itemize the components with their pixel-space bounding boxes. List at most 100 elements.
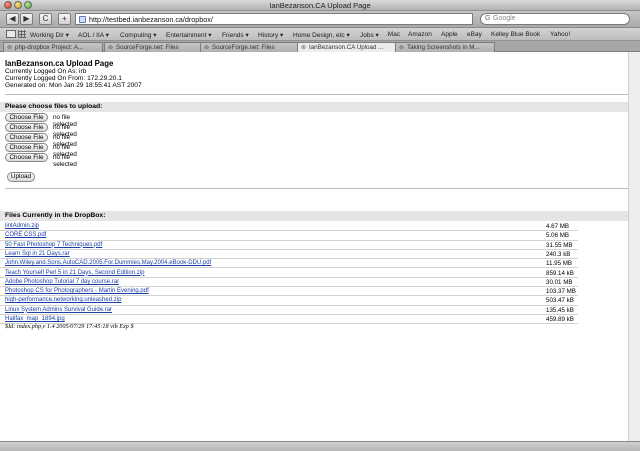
- choose-file-button[interactable]: Choose File: [5, 153, 48, 162]
- file-row: high-performance.networking.unleashed.zi…: [0, 296, 578, 306]
- file-size: 11.95 MB: [546, 260, 573, 268]
- file-link[interactable]: high-performance.networking.unleashed.zi…: [5, 297, 121, 303]
- search-input[interactable]: G Google: [480, 13, 630, 25]
- upload-button[interactable]: Upload: [7, 172, 35, 182]
- file-link[interactable]: Halifax_map_1894.jpg: [5, 316, 65, 322]
- file-row: 50 Fast Photoshop 7 Techniques.pdf 31.55 …: [0, 241, 578, 250]
- plus-icon: +: [62, 14, 67, 23]
- bookmarks-book-icon[interactable]: [6, 30, 16, 38]
- file-link[interactable]: John.Wiley.and.Sons.AutoCAD.2005.For.Dum…: [5, 260, 211, 266]
- file-size: 31.55 MB: [546, 241, 573, 249]
- bookmarks-grid-icon[interactable]: [18, 30, 26, 38]
- upload-heading: Please choose files to upload:: [0, 102, 640, 112]
- file-row: CORE CSS.pdf 5.06 MB: [0, 231, 578, 241]
- file-link[interactable]: Photoshop CS for Photographers - Martin …: [5, 288, 149, 294]
- choose-file-button[interactable]: Choose File: [5, 123, 48, 132]
- file-size: 503.47 kB: [546, 297, 574, 305]
- reload-icon: C: [42, 14, 49, 23]
- close-tab-icon[interactable]: ⊗: [7, 44, 12, 51]
- svn-id-footer: $Id: index.php,v 1.4 2005/07/29 17:45:18…: [5, 323, 134, 330]
- tab-php-dropbox[interactable]: ⊗ php-dropbox Project: A...: [3, 42, 103, 52]
- file-row: John.Wiley.and.Sons.AutoCAD.2005.For.Dum…: [0, 259, 578, 269]
- site-favicon-icon: [79, 16, 86, 23]
- tab-label: php-dropbox Project: A...: [15, 44, 84, 51]
- file-row: Adobe Photoshop Tutorial 7 day course.ra…: [0, 278, 578, 288]
- google-search-icon: G: [485, 15, 491, 22]
- file-row: lintAdmin.zip 4.67 MB: [0, 222, 578, 232]
- file-link[interactable]: Linux System Admins Survival Guide.rar: [5, 307, 112, 313]
- tab-taking-screenshots[interactable]: ⊗ Taking Screenshots in M...: [395, 42, 495, 52]
- browser-toolbar: ◀ ▶ C + http://testbed.ianbezanson.ca/dr…: [0, 11, 640, 28]
- divider: [5, 188, 635, 189]
- bookmark-item[interactable]: .Mac: [386, 31, 400, 38]
- page-title: IanBezanson.ca Upload Page: [5, 59, 114, 68]
- file-link[interactable]: Adobe Photoshop Tutorial 7 day course.ra…: [5, 279, 119, 285]
- bookmark-item[interactable]: Working Dir ▾: [30, 31, 69, 39]
- file-size: 240.3 kB: [546, 250, 571, 258]
- tab-label: SourceForge.net: Files: [116, 44, 179, 51]
- choose-file-button[interactable]: Choose File: [5, 113, 48, 122]
- file-row: Teach Yourself Perl 5 in 21 Days, Second…: [0, 269, 578, 278]
- close-tab-icon[interactable]: ⊗: [301, 44, 306, 51]
- bookmark-item[interactable]: History ▾: [258, 31, 283, 39]
- no-file-label: no file selected: [53, 154, 77, 168]
- tab-label: IanBezanson.CA Upload ...: [309, 44, 384, 51]
- forward-button[interactable]: ▶: [20, 13, 33, 25]
- bookmarks-bar: Working Dir ▾ AOL / IIA ▾ Computing ▾ En…: [0, 28, 640, 41]
- generated-on: Generated on: Mon Jan 29 18:55:41 AST 20…: [5, 82, 142, 89]
- search-placeholder: Google: [493, 15, 516, 22]
- bookmark-item[interactable]: Yahoo!: [550, 31, 570, 38]
- tab-bar: ⊗ php-dropbox Project: A... ⊗ SourceForge.…: [0, 41, 640, 52]
- close-tab-icon[interactable]: ⊗: [108, 44, 113, 51]
- file-size: 103.37 MB: [546, 288, 576, 296]
- file-size: 4.67 MB: [546, 223, 570, 230]
- back-button[interactable]: ◀: [6, 13, 19, 25]
- window-title: IanBezanson.CA Upload Page: [269, 1, 371, 10]
- url-text[interactable]: http://testbed.ianbezanson.ca/dropbox/: [89, 15, 213, 24]
- file-row: Learn Sql in 21 Days.rar 240.3 kB: [0, 250, 578, 260]
- forward-arrow-icon: ▶: [23, 14, 30, 23]
- reload-button[interactable]: C: [39, 13, 52, 25]
- file-link[interactable]: Learn Sql in 21 Days.rar: [5, 251, 70, 257]
- add-bookmark-button[interactable]: +: [58, 13, 71, 25]
- bookmark-item[interactable]: Friends ▾: [222, 31, 249, 39]
- page-content: IanBezanson.ca Upload Page Currently Log…: [0, 52, 640, 441]
- file-link[interactable]: Teach Yourself Perl 5 in 21 Days, Second…: [5, 270, 144, 276]
- file-link[interactable]: CORE CSS.pdf: [5, 232, 46, 238]
- tab-label: Taking Screenshots in M...: [407, 44, 480, 51]
- close-tab-icon[interactable]: ⊗: [399, 44, 404, 51]
- choose-file-button[interactable]: Choose File: [5, 133, 48, 142]
- logged-on-from: Currently Logged On From: 172.29.20.1: [5, 75, 122, 82]
- file-size: 859.14 kB: [546, 269, 574, 277]
- bookmark-item[interactable]: Computing ▾: [120, 31, 157, 39]
- files-heading: Files Currently in the DropBox:: [0, 211, 640, 221]
- file-size: 459.89 kB: [546, 316, 574, 323]
- divider: [5, 94, 635, 95]
- vertical-scrollbar[interactable]: [628, 52, 640, 441]
- tab-sourceforge-files[interactable]: ⊗ SourceForge.net: Files: [104, 42, 204, 52]
- tab-sourceforge-files-2[interactable]: ⊗ SourceForge.net: Files: [200, 42, 300, 52]
- file-size: 135.45 kB: [546, 306, 574, 314]
- file-link[interactable]: lintAdmin.zip: [5, 223, 39, 229]
- bookmark-item[interactable]: AOL / IIA ▾: [78, 31, 109, 39]
- status-bar: [0, 441, 640, 451]
- file-link[interactable]: 50 Fast Photoshop 7 Techniques.pdf: [5, 242, 102, 248]
- logged-on-as: Currently Logged On As: irb: [5, 68, 87, 75]
- bookmark-item[interactable]: Apple: [441, 31, 458, 38]
- bookmark-item[interactable]: Home Design, etc ▾: [293, 31, 350, 39]
- bookmark-item[interactable]: Entertainment ▾: [166, 31, 212, 39]
- bookmark-item[interactable]: Amazon: [408, 31, 432, 38]
- bookmark-item[interactable]: Kelley Blue Book: [491, 31, 540, 38]
- file-row: Photoshop CS for Photographers - Martin …: [0, 287, 578, 297]
- choose-file-button[interactable]: Choose File: [5, 143, 48, 152]
- address-bar[interactable]: http://testbed.ianbezanson.ca/dropbox/: [75, 13, 473, 25]
- window-titlebar: IanBezanson.CA Upload Page: [0, 0, 640, 11]
- close-tab-icon[interactable]: ⊗: [204, 44, 209, 51]
- file-size: 5.06 MB: [546, 232, 570, 240]
- tab-label: SourceForge.net: Files: [212, 44, 275, 51]
- bookmark-item[interactable]: Jobs ▾: [360, 31, 379, 39]
- file-size: 30.01 MB: [546, 278, 573, 286]
- bookmark-item[interactable]: eBay: [467, 31, 482, 38]
- file-row: Linux System Admins Survival Guide.rar 13…: [0, 306, 578, 315]
- tab-upload-page[interactable]: ⊗ IanBezanson.CA Upload ...: [297, 42, 397, 52]
